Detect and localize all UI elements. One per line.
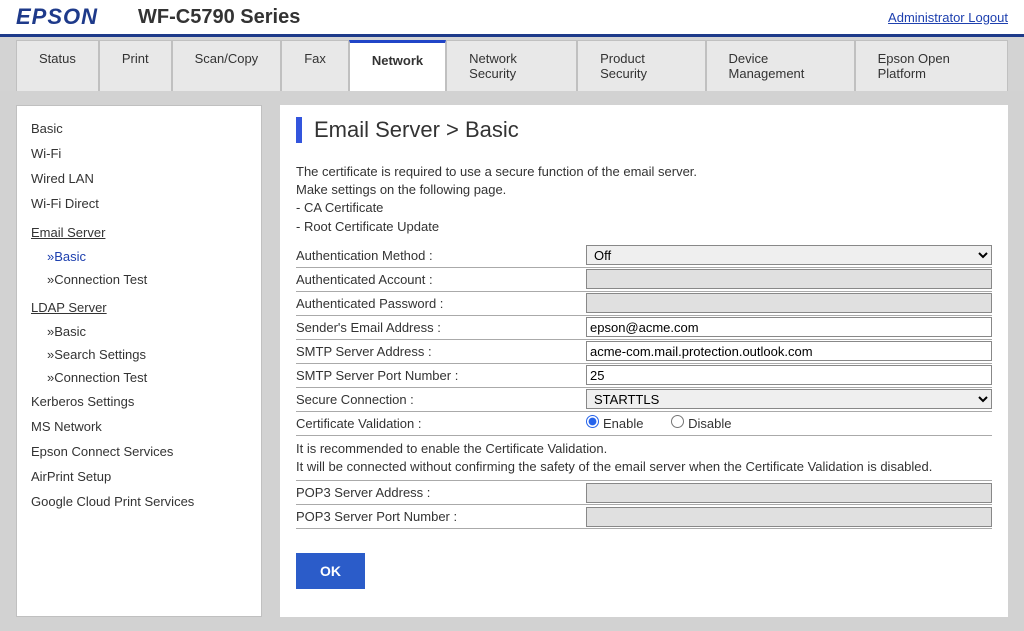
sidebar-ldap-search[interactable]: »Search Settings: [31, 343, 247, 366]
radio-disable[interactable]: [671, 415, 684, 428]
input-pop3-port: [586, 507, 992, 527]
label-pop3-port: POP3 Server Port Number :: [296, 506, 586, 527]
sidebar-ldap-conntest[interactable]: »Connection Test: [31, 366, 247, 389]
sidebar-airprint[interactable]: AirPrint Setup: [31, 464, 247, 489]
sidebar-wiredlan[interactable]: Wired LAN: [31, 166, 247, 191]
sidebar-wifi[interactable]: Wi-Fi: [31, 141, 247, 166]
sidebar-kerberos[interactable]: Kerberos Settings: [31, 389, 247, 414]
label-smtp-addr: SMTP Server Address :: [296, 341, 586, 362]
input-auth-password: [586, 293, 992, 313]
sidebar-wifidirect[interactable]: Wi-Fi Direct: [31, 191, 247, 216]
model-name: WF-C5790 Series: [138, 6, 300, 29]
sidebar-emailserver-conntest[interactable]: »Connection Test: [31, 268, 247, 291]
label-auth-password: Authenticated Password :: [296, 293, 586, 314]
label-auth-method: Authentication Method :: [296, 245, 586, 266]
tab-epsonopenplatform[interactable]: Epson Open Platform: [855, 40, 1008, 91]
input-sender-email[interactable]: [586, 317, 992, 337]
sidebar: Basic Wi-Fi Wired LAN Wi-Fi Direct Email…: [16, 105, 262, 617]
note-line: It is recommended to enable the Certific…: [296, 440, 992, 458]
header: EPSON WF-C5790 Series Administrator Logo…: [0, 0, 1024, 37]
input-auth-account: [586, 269, 992, 289]
input-pop3-addr: [586, 483, 992, 503]
label-auth-account: Authenticated Account :: [296, 269, 586, 290]
logo: EPSON: [16, 4, 98, 30]
tab-devicemgmt[interactable]: Device Management: [706, 40, 855, 91]
tab-print[interactable]: Print: [99, 40, 172, 91]
input-smtp-port[interactable]: [586, 365, 992, 385]
note-line: It will be connected without confirming …: [296, 458, 992, 476]
sidebar-group-emailserver: Email Server: [31, 220, 247, 245]
sidebar-gcloudprint[interactable]: Google Cloud Print Services: [31, 489, 247, 514]
sidebar-msnetwork[interactable]: MS Network: [31, 414, 247, 439]
desc-line: - CA Certificate: [296, 199, 992, 217]
sidebar-epsonconnect[interactable]: Epson Connect Services: [31, 439, 247, 464]
label-cert-valid: Certificate Validation :: [296, 413, 586, 434]
tab-status[interactable]: Status: [16, 40, 99, 91]
tab-networksecurity[interactable]: Network Security: [446, 40, 577, 91]
radio-disable-label[interactable]: Disable: [671, 416, 731, 431]
tab-network[interactable]: Network: [349, 40, 446, 91]
select-secure-conn[interactable]: STARTTLS: [586, 389, 992, 409]
admin-logout-link[interactable]: Administrator Logout: [888, 10, 1008, 25]
sidebar-group-ldapserver: LDAP Server: [31, 295, 247, 320]
radio-enable-label[interactable]: Enable: [586, 416, 643, 431]
label-secure-conn: Secure Connection :: [296, 389, 586, 410]
desc-line: - Root Certificate Update: [296, 218, 992, 236]
label-pop3-addr: POP3 Server Address :: [296, 482, 586, 503]
tab-fax[interactable]: Fax: [281, 40, 349, 91]
desc-line: The certificate is required to use a sec…: [296, 163, 992, 181]
select-auth-method[interactable]: Off: [586, 245, 992, 265]
description: The certificate is required to use a sec…: [296, 163, 992, 236]
sidebar-basic[interactable]: Basic: [31, 116, 247, 141]
radio-enable[interactable]: [586, 415, 599, 428]
page-title: Email Server > Basic: [296, 117, 992, 143]
content: Email Server > Basic The certificate is …: [280, 105, 1008, 617]
label-sender-email: Sender's Email Address :: [296, 317, 586, 338]
ok-button[interactable]: OK: [296, 553, 365, 589]
tab-scancopy[interactable]: Scan/Copy: [172, 40, 282, 91]
input-smtp-addr[interactable]: [586, 341, 992, 361]
label-smtp-port: SMTP Server Port Number :: [296, 365, 586, 386]
cert-note: It is recommended to enable the Certific…: [296, 436, 992, 481]
sidebar-emailserver-basic[interactable]: »Basic: [31, 245, 247, 268]
main-tabs: Status Print Scan/Copy Fax Network Netwo…: [0, 37, 1024, 91]
sidebar-ldap-basic[interactable]: »Basic: [31, 320, 247, 343]
tab-productsecurity[interactable]: Product Security: [577, 40, 705, 91]
desc-line: Make settings on the following page.: [296, 181, 992, 199]
